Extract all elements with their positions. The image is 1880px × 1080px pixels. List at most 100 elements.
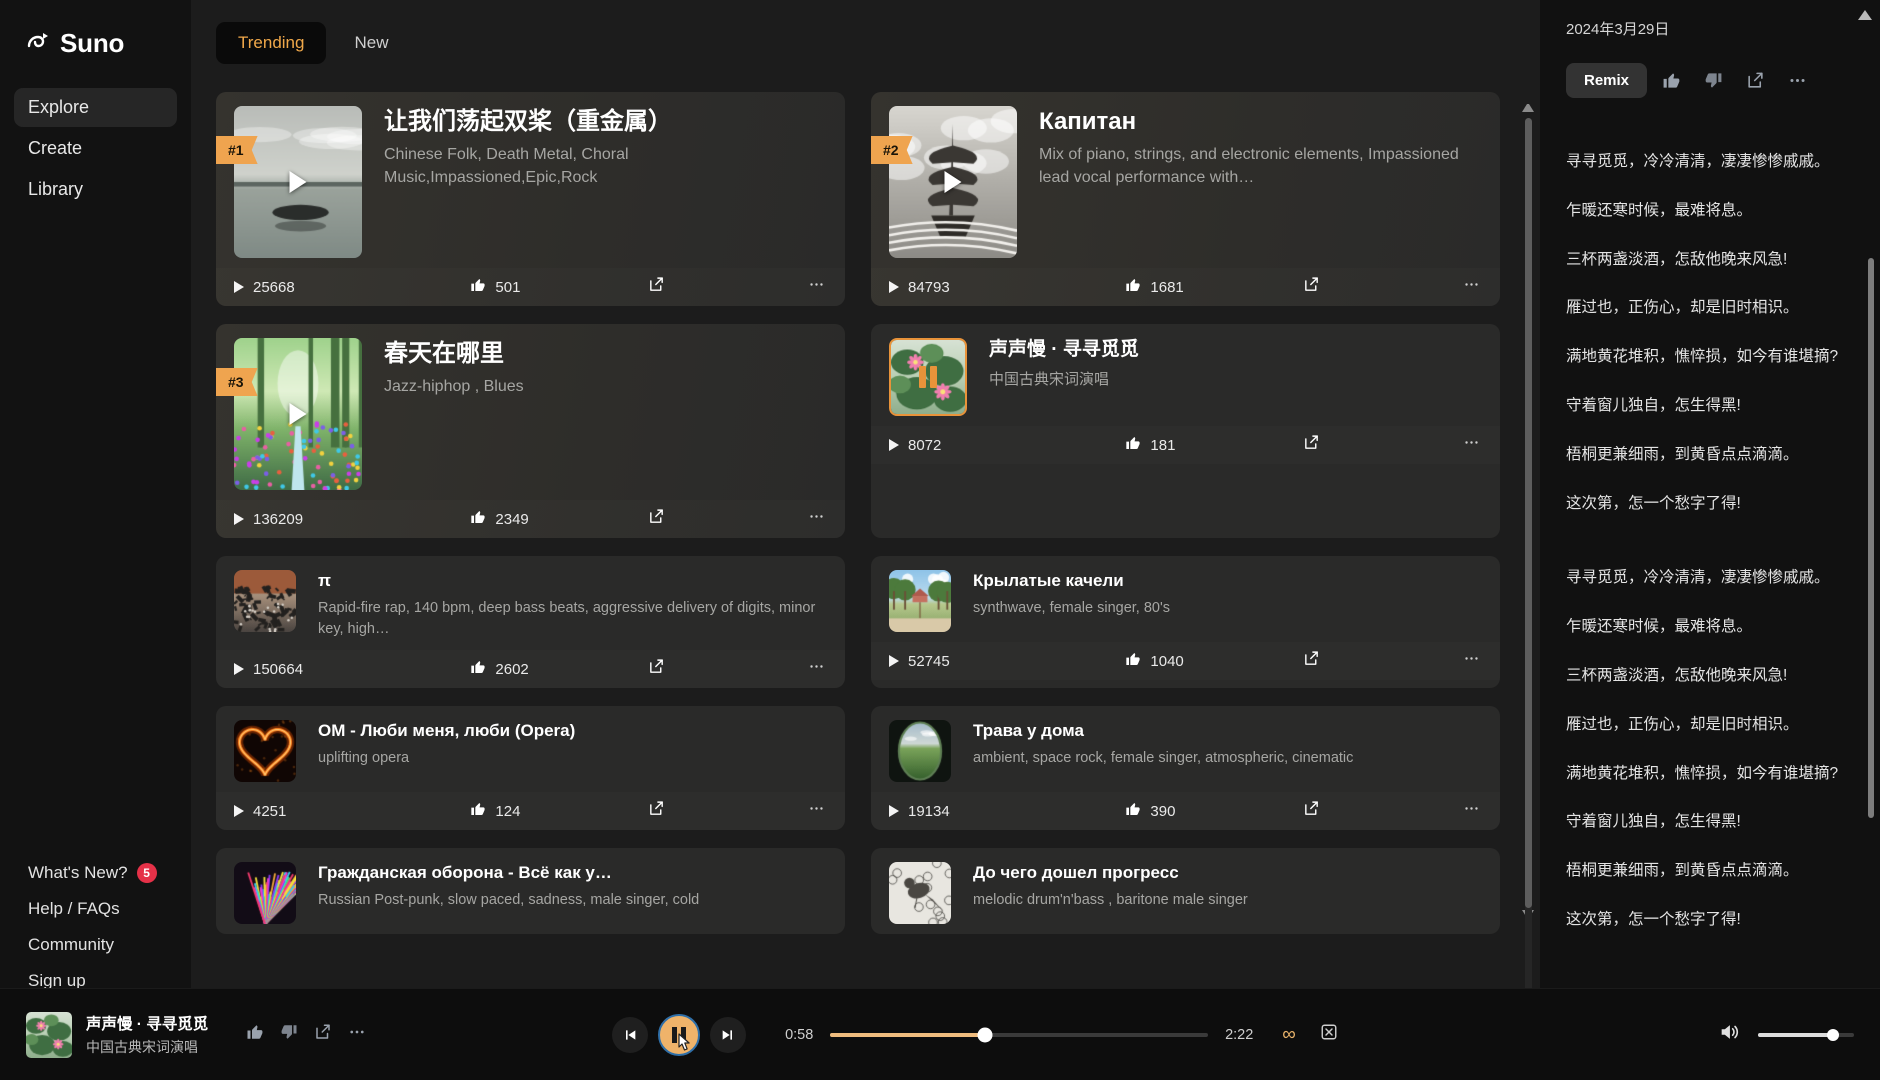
song-artwork[interactable] [889,862,951,925]
like-count[interactable]: 2602 [470,659,647,679]
more-button[interactable] [1391,650,1480,672]
song-artwork[interactable] [234,570,296,632]
sidebar-item-label: Community [28,935,114,954]
more-icon[interactable] [348,1023,366,1046]
song-title[interactable]: 让我们荡起双桨（重金属） [384,106,829,137]
more-icon[interactable] [1779,66,1815,96]
lyrics-scrollbar-thumb[interactable] [1868,258,1874,818]
share-button[interactable] [648,658,737,680]
progress-bar[interactable] [830,1027,1209,1042]
song-artwork[interactable] [234,862,296,925]
song-artwork[interactable] [889,338,967,416]
song-card[interactable]: OM - Люби меня, люби (Opera) uplifting op… [216,706,845,831]
infinity-icon[interactable]: ∞ [1282,1024,1296,1046]
lyric-line: 雁过也，正伤心，却是旧时相识。 [1566,715,1799,733]
progress-knob[interactable] [977,1027,993,1042]
song-card[interactable]: Гражданская оборона - Всё как у… Russian … [216,848,845,935]
sidebar-item-create[interactable]: Create [14,129,177,168]
share-button[interactable] [1303,276,1392,298]
collapse-panel-arrow-icon[interactable] [1858,10,1872,20]
song-title[interactable]: π [318,570,829,592]
song-card[interactable]: #3 春天在哪里 Jazz-hiphop , Blues 136209 2349 [216,324,845,538]
share-icon[interactable] [1737,66,1773,96]
brand[interactable]: Suno [0,22,191,64]
share-button[interactable] [1303,800,1392,822]
play-icon[interactable] [289,171,307,193]
share-button[interactable] [1303,434,1392,456]
skip-back-icon[interactable] [612,1016,649,1053]
like-count[interactable]: 501 [470,277,647,297]
song-title[interactable]: 声声慢 · 寻寻觅觅 [989,338,1484,363]
shuffle-icon[interactable] [1320,1023,1338,1046]
sidebar-item-library[interactable]: Library [14,170,177,209]
scrollbar-thumb[interactable] [1525,118,1532,908]
skip-forward-icon[interactable] [710,1016,747,1053]
song-title[interactable]: Трава у дома [973,720,1484,742]
remix-button[interactable]: Remix [1566,63,1648,98]
volume-slider[interactable] [1758,1028,1854,1041]
share-icon[interactable] [314,1023,332,1046]
volume-knob[interactable] [1826,1028,1839,1041]
lyrics-spacer [1566,540,1854,566]
song-title[interactable]: Капитан [1039,106,1484,137]
song-card[interactable]: Трава у дома ambient, space rock, female … [871,706,1500,831]
song-card[interactable]: До чего дошел прогресс melodic drum'n'bas… [871,848,1500,935]
more-button[interactable] [736,508,825,530]
tab-trending[interactable]: Trending [216,22,327,64]
share-button[interactable] [648,276,737,298]
thumbs-up-icon[interactable] [246,1023,264,1046]
share-button[interactable] [1303,650,1392,672]
song-card[interactable]: π Rapid-fire rap, 140 bpm, deep bass beat… [216,556,845,689]
song-title[interactable]: До чего дошел прогресс [973,862,1484,884]
song-artwork[interactable] [889,570,951,632]
song-title[interactable]: OM - Люби меня, люби (Opera) [318,720,829,742]
song-card[interactable]: #1 让我们荡起双桨（重金属） Chinese Folk, Death Metal,… [216,92,845,306]
sidebar-item-explore[interactable]: Explore [14,88,177,127]
song-title[interactable]: Гражданская оборона - Всё как у… [318,862,829,884]
song-card[interactable]: 声声慢 · 寻寻觅觅 中国古典宋词演唱 8072 181 [871,324,1500,538]
like-count[interactable]: 124 [470,801,647,821]
sidebar-item-community[interactable]: Community [14,928,177,962]
thumbs-up-icon[interactable] [1653,66,1689,96]
song-card[interactable]: #2 Капитан Mix of piano, strings, and elec… [871,92,1500,306]
main-scrollbar[interactable] [1525,118,1532,998]
more-button[interactable] [736,658,825,680]
tab-new[interactable]: New [332,22,410,64]
more-button[interactable] [1391,434,1480,456]
like-count[interactable]: 1040 [1125,651,1302,671]
like-count[interactable]: 2349 [470,509,647,529]
play-icon[interactable] [944,171,962,193]
more-button[interactable] [736,800,825,822]
player-track-title: 声声慢 · 寻寻觅觅 [86,1016,209,1033]
like-count[interactable]: 181 [1125,435,1302,455]
song-title[interactable]: Крылатые качели [973,570,1484,592]
like-count[interactable]: 1681 [1125,277,1302,297]
song-artwork[interactable] [234,720,296,783]
song-artwork[interactable] [889,720,951,783]
like-count[interactable]: 390 [1125,801,1302,821]
play-icon[interactable] [289,403,307,425]
thumbs-down-icon[interactable] [280,1023,298,1046]
thumbs-down-icon[interactable] [1695,66,1731,96]
share-button[interactable] [648,800,737,822]
song-text: Капитан Mix of piano, strings, and electr… [1017,106,1484,258]
scroll-up-arrow-icon[interactable] [1522,100,1534,112]
player-track-artwork[interactable] [26,1011,72,1058]
speaker-icon[interactable] [1718,1021,1740,1048]
song-text: Крылатые качели synthwave, female singer,… [951,570,1484,632]
sidebar-item-help-faqs[interactable]: Help / FAQs [14,892,177,926]
more-button[interactable] [736,276,825,298]
sidebar-item-whats-new[interactable]: What's New? 5 [14,856,177,890]
more-button[interactable] [1391,800,1480,822]
song-card[interactable]: Крылатые качели synthwave, female singer,… [871,556,1500,689]
song-title[interactable]: 春天在哪里 [384,338,829,369]
share-icon [648,800,665,822]
song-artwork[interactable] [889,106,1017,258]
more-button[interactable] [1391,276,1480,298]
share-button[interactable] [648,508,737,530]
play-pause-button[interactable] [658,1013,701,1056]
play-icon [889,655,899,667]
song-artwork[interactable] [234,338,362,490]
song-artwork[interactable] [234,106,362,258]
pause-icon[interactable] [919,366,937,388]
